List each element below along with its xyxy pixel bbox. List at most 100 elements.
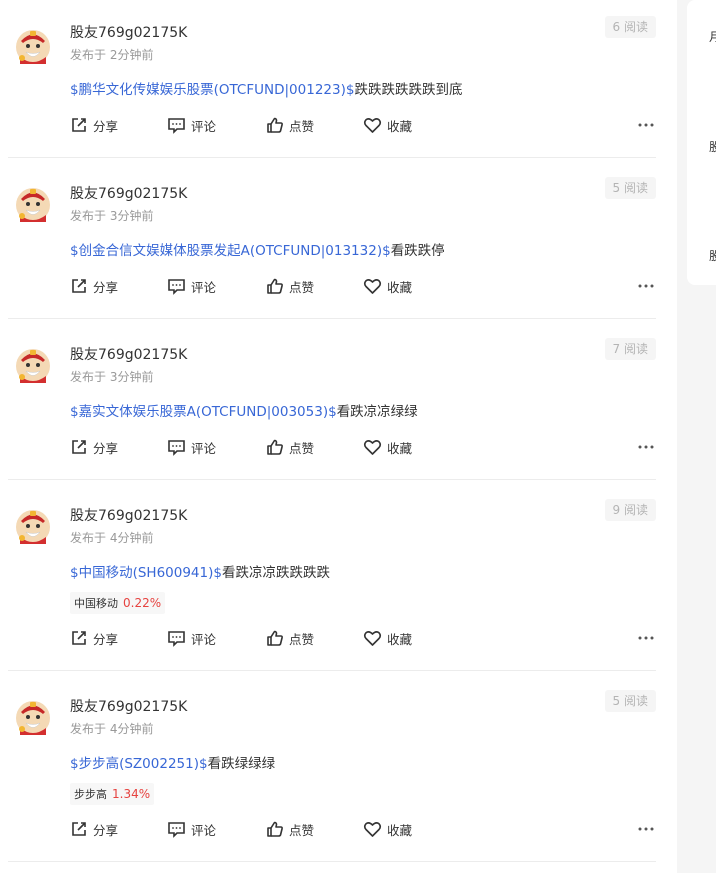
thumbs-up-icon [266, 629, 284, 647]
quote-name: 步步高 [74, 788, 107, 801]
comment-button[interactable]: 评论 [167, 627, 216, 649]
more-button[interactable] [638, 436, 654, 458]
post-feed: 股友769g02175K 发布于 2分钟前 6 阅读 $鹏华文化传媒娱乐股票(O… [0, 0, 677, 873]
share-label: 分享 [93, 440, 119, 456]
share-icon [70, 820, 88, 838]
username[interactable]: 股友769g02175K [70, 505, 187, 525]
user-avatar[interactable] [14, 698, 52, 736]
post-actions: 分享 评论 点赞 收藏 [70, 114, 656, 136]
comment-label: 评论 [191, 822, 217, 838]
stock-link[interactable]: $步步高(SZ002251)$ [70, 756, 208, 772]
read-count-badge: 9 阅读 [604, 499, 656, 521]
more-icon [638, 445, 654, 449]
right-sidebar-panel: 月 股 股 [687, 0, 716, 285]
share-icon [70, 277, 88, 295]
sidebar-text-fragment: 股 [709, 249, 716, 263]
comment-icon [167, 820, 186, 838]
like-button[interactable]: 点赞 [266, 627, 314, 649]
share-button[interactable]: 分享 [70, 436, 118, 458]
user-avatar[interactable] [14, 507, 52, 545]
post-content[interactable]: $鹏华文化传媒娱乐股票(OTCFUND|001223)$跌跌跌跌跌跌到底 [70, 78, 462, 98]
post-time: 发布于 2分钟前 [70, 48, 154, 62]
post-item: 股友769g02175K 发布于 3分钟前 7 阅读 $嘉实文体娱乐股票A(OT… [8, 318, 656, 480]
share-button[interactable]: 分享 [70, 275, 118, 297]
favorite-button[interactable]: 收藏 [363, 818, 412, 840]
quote-change: 0.22% [123, 596, 162, 610]
favorite-label: 收藏 [387, 118, 413, 134]
comment-button[interactable]: 评论 [167, 436, 216, 458]
username[interactable]: 股友769g02175K [70, 344, 187, 364]
quote-name: 中国移动 [74, 597, 118, 610]
post-text: 看跌凉凉绿绿 [336, 404, 418, 420]
post-content[interactable]: $中国移动(SH600941)$看跌凉凉跌跌跌跌 [70, 561, 330, 581]
read-count-badge: 5 阅读 [604, 690, 656, 712]
heart-icon [363, 820, 382, 838]
read-count-badge: 7 阅读 [604, 338, 656, 360]
favorite-label: 收藏 [387, 822, 413, 838]
like-button[interactable]: 点赞 [266, 275, 314, 297]
share-button[interactable]: 分享 [70, 114, 118, 136]
share-label: 分享 [93, 118, 119, 134]
more-button[interactable] [638, 114, 654, 136]
comment-button[interactable]: 评论 [167, 114, 216, 136]
user-avatar[interactable] [14, 185, 52, 223]
post-time: 发布于 3分钟前 [70, 370, 154, 384]
favorite-button[interactable]: 收藏 [363, 275, 412, 297]
thumbs-up-icon [266, 277, 284, 295]
like-button[interactable]: 点赞 [266, 818, 314, 840]
stock-quote-tag[interactable]: 中国移动 0.22% [70, 592, 166, 614]
favorite-button[interactable]: 收藏 [363, 114, 412, 136]
share-label: 分享 [93, 822, 119, 838]
post-content[interactable]: $创金合信文娱媒体股票发起A(OTCFUND|013132)$看跌跌停 [70, 239, 445, 259]
stock-link[interactable]: $鹏华文化传媒娱乐股票(OTCFUND|001223)$ [70, 82, 354, 98]
comment-label: 评论 [191, 440, 217, 456]
user-avatar[interactable] [14, 346, 52, 384]
post-actions: 分享 评论 点赞 收藏 [70, 275, 656, 297]
user-avatar[interactable] [14, 27, 52, 65]
stock-link[interactable]: $嘉实文体娱乐股票A(OTCFUND|003053)$ [70, 404, 337, 420]
favorite-button[interactable]: 收藏 [363, 436, 412, 458]
post-content[interactable]: $步步高(SZ002251)$看跌绿绿绿 [70, 752, 275, 772]
favorite-button[interactable]: 收藏 [363, 627, 412, 649]
thumbs-up-icon [266, 438, 284, 456]
post-item: 股友769g02175K 发布于 3分钟前 5 阅读 $创金合信文娱媒体股票发起… [8, 157, 656, 319]
like-label: 点赞 [289, 631, 315, 647]
stock-quote-tag[interactable]: 步步高 1.34% [70, 783, 155, 805]
comment-icon [167, 277, 186, 295]
share-icon [70, 629, 88, 647]
heart-icon [363, 116, 382, 134]
like-button[interactable]: 点赞 [266, 114, 314, 136]
post-actions: 分享 评论 点赞 收藏 [70, 436, 656, 458]
more-icon [638, 284, 654, 288]
post-item: 股友769g02175K 发布于 4分钟前 9 阅读 $中国移动(SH60094… [8, 479, 656, 671]
post-time: 发布于 4分钟前 [70, 722, 154, 736]
comment-icon [167, 438, 186, 456]
read-count-badge: 5 阅读 [604, 177, 656, 199]
read-count-badge: 6 阅读 [604, 16, 656, 38]
username[interactable]: 股友769g02175K [70, 22, 187, 42]
username[interactable]: 股友769g02175K [70, 183, 187, 203]
like-label: 点赞 [289, 279, 315, 295]
favorite-label: 收藏 [387, 631, 413, 647]
post-text: 跌跌跌跌跌跌到底 [354, 82, 463, 98]
post-actions: 分享 评论 点赞 收藏 [70, 627, 656, 649]
stock-link[interactable]: $中国移动(SH600941)$ [70, 565, 222, 581]
more-icon [638, 123, 654, 127]
more-button[interactable] [638, 627, 654, 649]
like-label: 点赞 [289, 440, 315, 456]
comment-button[interactable]: 评论 [167, 275, 216, 297]
more-button[interactable] [638, 275, 654, 297]
share-button[interactable]: 分享 [70, 627, 118, 649]
post-time: 发布于 4分钟前 [70, 531, 154, 545]
like-button[interactable]: 点赞 [266, 436, 314, 458]
username[interactable]: 股友769g02175K [70, 696, 187, 716]
stock-link[interactable]: $创金合信文娱媒体股票发起A(OTCFUND|013132)$ [70, 243, 391, 259]
post-item: 股友769g02175K 发布于 2分钟前 6 阅读 $鹏华文化传媒娱乐股票(O… [8, 0, 656, 158]
comment-label: 评论 [191, 631, 217, 647]
share-button[interactable]: 分享 [70, 818, 118, 840]
more-button[interactable] [638, 818, 654, 840]
like-label: 点赞 [289, 118, 315, 134]
quote-change: 1.34% [112, 787, 151, 801]
post-content[interactable]: $嘉实文体娱乐股票A(OTCFUND|003053)$看跌凉凉绿绿 [70, 400, 418, 420]
comment-button[interactable]: 评论 [167, 818, 216, 840]
